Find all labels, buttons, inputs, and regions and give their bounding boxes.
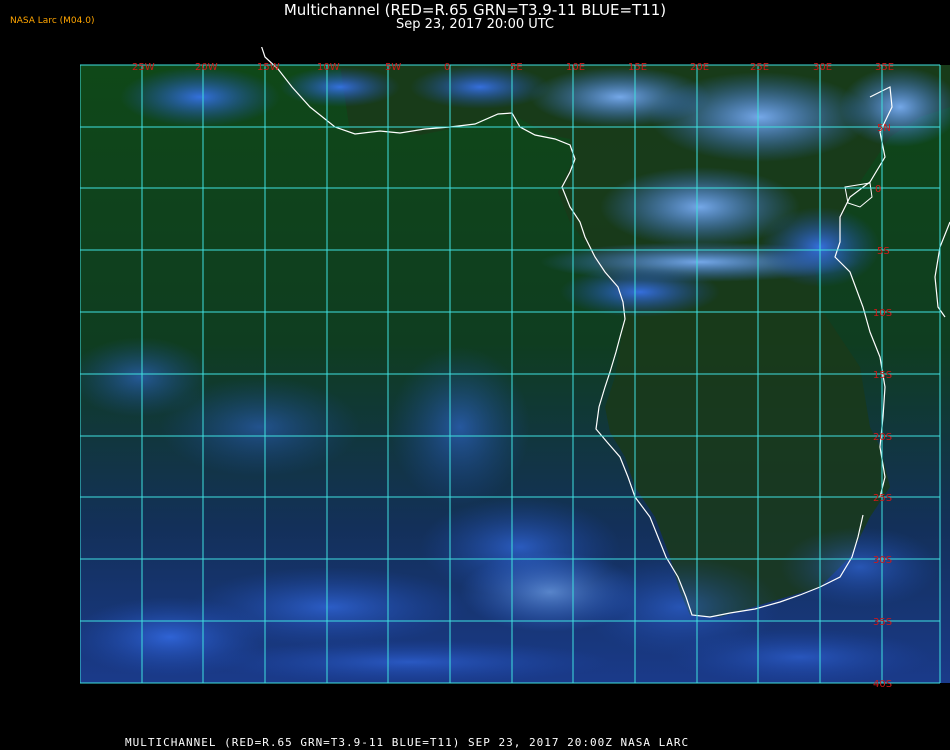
- lat-label-25s: 25S: [873, 493, 892, 504]
- map-title: Multichannel (RED=R.65 GRN=T3.9-11 BLUE=…: [283, 1, 667, 19]
- lon-label-5e: 5E: [510, 62, 523, 73]
- lat-label-40s: 40S: [873, 679, 892, 690]
- lon-label-10w: 10W: [317, 62, 340, 73]
- lat-label-20s: 20S: [873, 432, 892, 443]
- lat-label-15s: 15S: [873, 370, 892, 381]
- lat-label-0: 0: [875, 184, 881, 195]
- lon-label-25e: 25E: [750, 62, 769, 73]
- lon-label-30e: 30E: [813, 62, 832, 73]
- lon-label-35e: 35E: [875, 62, 894, 73]
- lon-label-20e: 20E: [690, 62, 709, 73]
- lon-label-0: 0: [444, 62, 450, 73]
- lat-label-5n: 5N: [877, 123, 891, 134]
- satellite-imagery-svg: 25W 20W 15W 10W 5W 0 5E 10E 15E 20E 25E …: [80, 47, 950, 690]
- lat-label-10s: 10S: [873, 308, 892, 319]
- lat-label-35s: 35S: [873, 617, 892, 628]
- satellite-map: 25W 20W 15W 10W 5W 0 5E 10E 15E 20E 25E …: [80, 47, 950, 727]
- lon-label-20w: 20W: [195, 62, 218, 73]
- lon-label-10e: 10E: [566, 62, 585, 73]
- lon-label-15w: 15W: [257, 62, 280, 73]
- lon-label-25w: 25W: [132, 62, 155, 73]
- footer-caption: MULTICHANNEL (RED=R.65 GRN=T3.9-11 BLUE=…: [125, 736, 690, 749]
- map-timestamp: Sep 23, 2017 20:00 UTC: [395, 17, 555, 32]
- lat-label-5s: 5S: [877, 246, 890, 257]
- lon-label-15e: 15E: [628, 62, 647, 73]
- lon-label-5w: 5W: [385, 62, 401, 73]
- lat-label-30s: 30S: [873, 555, 892, 566]
